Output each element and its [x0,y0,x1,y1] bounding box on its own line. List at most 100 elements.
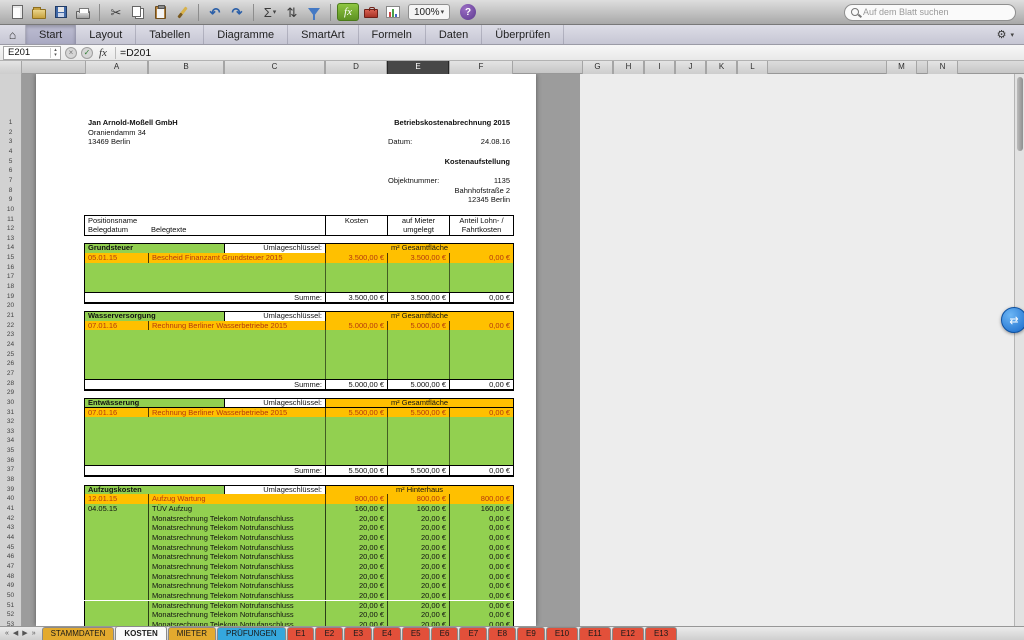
belegdatum-cell[interactable]: 12.01.15 [85,494,148,504]
row-header-36[interactable]: 36 [0,456,21,466]
auf-mieter-header[interactable]: auf Mieterumgelegt [387,216,449,235]
tab-scroll-last-button[interactable]: » [30,628,38,640]
kosten-header[interactable]: Kosten [325,216,387,235]
belegtexte-header[interactable]: Belegtexte [151,225,186,235]
umgelegt-cell[interactable]: 160,00 € [387,504,449,514]
empty-cell[interactable] [325,369,387,379]
row-header-5[interactable]: 5 [0,157,21,167]
row-header-45[interactable]: 45 [0,543,21,553]
row-header-18[interactable]: 18 [0,282,21,292]
empty-cell[interactable] [85,340,325,350]
kosten-cell[interactable]: 5.500,00 € [325,408,387,418]
umgelegt-cell[interactable]: 5.500,00 € [387,408,449,418]
belegtext-cell[interactable]: Monatsrechnung Telekom Notrufanschluss [148,591,325,601]
kosten-cell[interactable]: 20,00 € [325,562,387,572]
kosten-cell[interactable]: 20,00 € [325,581,387,591]
empty-cell[interactable] [449,350,513,360]
row-header-25[interactable]: 25 [0,350,21,360]
empty-cell[interactable] [449,340,513,350]
anteil-cell[interactable]: 0,00 € [449,562,513,572]
anteil-cell[interactable]: 0,00 € [449,610,513,620]
format-painter-button[interactable] [172,2,192,22]
belegtext-cell[interactable]: Monatsrechnung Telekom Notrufanschluss [148,533,325,543]
ribbon-settings-button[interactable]: ⚙ ▾ [987,25,1024,44]
anteil-cell[interactable]: 0,00 € [449,533,513,543]
row-header-6[interactable]: 6 [0,166,21,176]
belegdatum-cell[interactable] [85,543,148,553]
object-number-cell[interactable]: 1135 [330,176,512,186]
scrollbar-thumb[interactable] [1017,77,1023,151]
belegtext-cell[interactable]: Monatsrechnung Telekom Notrufanschluss [148,610,325,620]
section-name-cell[interactable]: Entwässerung [85,399,224,408]
belegdatum-cell[interactable] [85,523,148,533]
belegdatum-cell[interactable] [85,533,148,543]
sheet-tab-e13[interactable]: E13 [645,627,677,640]
company-name-cell[interactable]: Jan Arnold-Moßell GmbH [88,118,298,128]
row-header-35[interactable]: 35 [0,446,21,456]
belegdatum-cell[interactable] [85,514,148,524]
belegdatum-header[interactable]: Belegdatum [88,225,128,235]
sheet-tab-e5[interactable]: E5 [402,627,430,640]
empty-cell[interactable] [325,340,387,350]
row-header-49[interactable]: 49 [0,581,21,591]
column-header-C[interactable]: C [224,61,325,74]
tab-scroll-first-button[interactable]: « [3,628,11,640]
umgelegt-cell[interactable]: 20,00 € [387,523,449,533]
row-header-42[interactable]: 42 [0,514,21,524]
kosten-cell[interactable]: 800,00 € [325,494,387,504]
undo-button[interactable]: ↶ [205,2,225,22]
summe-kosten-cell[interactable]: 3.500,00 € [325,293,387,302]
summe-umgelegt-cell[interactable]: 5.500,00 € [387,466,449,475]
report-subtitle-cell[interactable]: Kostenaufstellung [330,157,512,167]
row-header-14[interactable]: 14 [0,243,21,253]
tab-ueberpruefen[interactable]: Überprüfen [482,25,564,44]
kosten-cell[interactable]: 20,00 € [325,591,387,601]
row-header-48[interactable]: 48 [0,572,21,582]
row-header-26[interactable]: 26 [0,359,21,369]
row-header-27[interactable]: 27 [0,369,21,379]
empty-cell[interactable] [387,340,449,350]
media-browser-button[interactable] [361,2,381,22]
kosten-cell[interactable]: 20,00 € [325,572,387,582]
column-header-L[interactable]: L [737,61,768,74]
row-header-19[interactable]: 19 [0,292,21,302]
row-header-53[interactable]: 53 [0,620,21,626]
anteil-cell[interactable]: 800,00 € [449,494,513,504]
belegtext-cell[interactable]: Monatsrechnung Telekom Notrufanschluss [148,523,325,533]
empty-cell[interactable] [449,456,513,466]
anteil-cell[interactable]: 0,00 € [449,591,513,601]
empty-cell[interactable] [325,330,387,340]
empty-cell[interactable] [325,263,387,273]
sheet-tab-e1[interactable]: E1 [287,627,315,640]
empty-cell[interactable] [387,446,449,456]
belegtext-cell[interactable]: Monatsrechnung Telekom Notrufanschluss [148,543,325,553]
print-button[interactable] [73,2,93,22]
row-header-22[interactable]: 22 [0,321,21,331]
anteil-cell[interactable]: 0,00 € [449,253,513,263]
umgelegt-cell[interactable]: 800,00 € [387,494,449,504]
empty-cell[interactable] [449,359,513,369]
name-box-stepper[interactable]: ▴▾ [50,48,60,58]
empty-cell[interactable] [85,417,325,427]
tab-smartart[interactable]: SmartArt [288,25,358,44]
kosten-cell[interactable]: 20,00 € [325,533,387,543]
row-header-15[interactable]: 15 [0,253,21,263]
row-header-46[interactable]: 46 [0,552,21,562]
row-header-11[interactable]: 11 [0,215,21,225]
company-street-cell[interactable]: Oraniendamm 34 [88,128,298,138]
company-city-cell[interactable]: 13469 Berlin [88,137,298,147]
new-document-button[interactable] [7,2,27,22]
empty-cell[interactable] [387,456,449,466]
belegdatum-cell[interactable] [85,552,148,562]
sheet-tab-stammdaten[interactable]: STAMMDATEN [42,627,115,640]
row-header-39[interactable]: 39 [0,485,21,495]
empty-cell[interactable] [449,282,513,292]
kosten-cell[interactable]: 3.500,00 € [325,253,387,263]
umlage-value-cell[interactable]: m² Hinterhaus [325,486,513,495]
empty-cell[interactable] [449,427,513,437]
anteil-header[interactable]: Anteil Lohn- /Fahrtkosten [449,216,513,235]
row-header-4[interactable]: 4 [0,147,21,157]
row-header-13[interactable]: 13 [0,234,21,244]
empty-cell[interactable] [325,427,387,437]
summe-anteil-cell[interactable]: 0,00 € [449,293,513,302]
